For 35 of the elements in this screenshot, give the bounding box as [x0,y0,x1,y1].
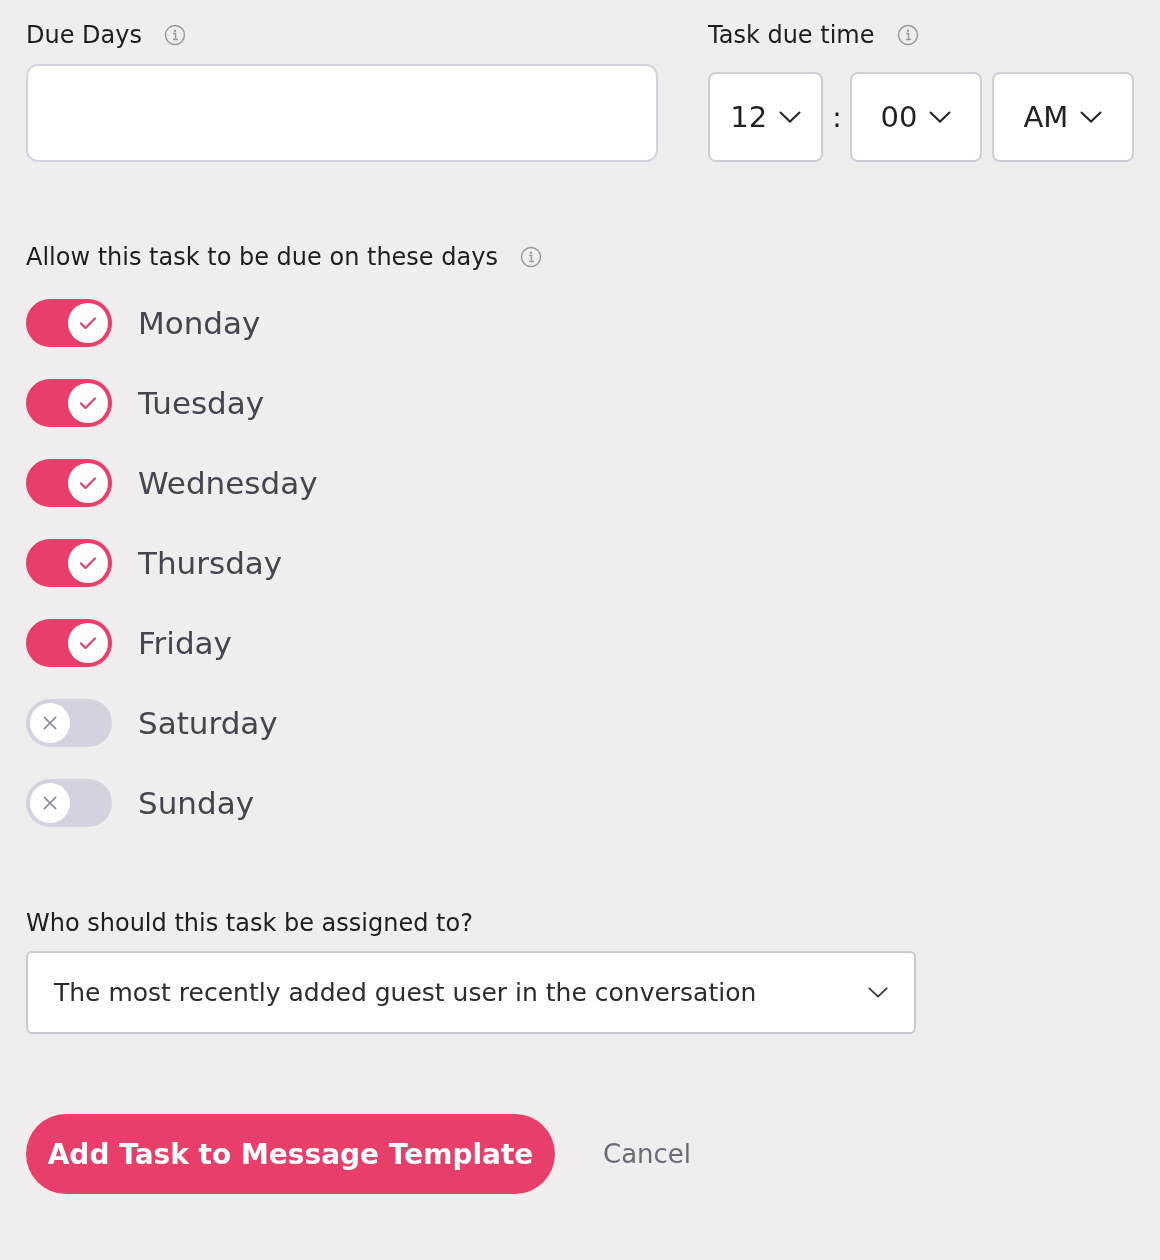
toggle-switch[interactable] [26,299,112,347]
toggle-switch[interactable] [26,779,112,827]
day-label: Saturday [138,705,278,741]
day-label: Tuesday [138,385,265,421]
x-icon [42,715,58,731]
x-icon [42,795,58,811]
chevron-down-icon [929,111,952,123]
assignee-select[interactable]: The most recently added guest user in the conversation [26,951,916,1034]
hour-select[interactable]: 12 [708,72,824,162]
time-separator: : [831,100,843,134]
day-label: Wednesday [138,465,318,501]
day-label: Thursday [138,545,283,581]
period-select[interactable]: AM [991,72,1134,162]
add-task-button[interactable]: Add Task to Message Template [26,1114,555,1194]
toggle-switch[interactable] [26,379,112,427]
toggle-switch[interactable] [26,619,112,667]
info-icon[interactable] [896,24,919,46]
chevron-down-icon [868,987,888,998]
minute-select[interactable]: 00 [850,72,982,162]
toggle-switch[interactable] [26,539,112,587]
cancel-button[interactable]: Cancel [603,1139,692,1169]
due-days-input[interactable] [26,64,658,162]
day-label: Friday [138,625,232,661]
info-icon[interactable] [164,24,186,46]
toggle-switch[interactable] [26,459,112,507]
field-label: Due Days [26,21,142,49]
day-label: Monday [138,305,261,341]
chevron-down-icon [779,111,802,123]
toggle-switch[interactable] [26,699,112,747]
section-label: Allow this task to be due on these days [26,243,498,271]
chevron-down-icon [1080,111,1103,123]
field-label: Who should this task be assigned to? [26,909,474,937]
day-label: Sunday [138,785,254,821]
field-label: Task due time [708,21,875,49]
info-icon[interactable] [519,246,542,268]
